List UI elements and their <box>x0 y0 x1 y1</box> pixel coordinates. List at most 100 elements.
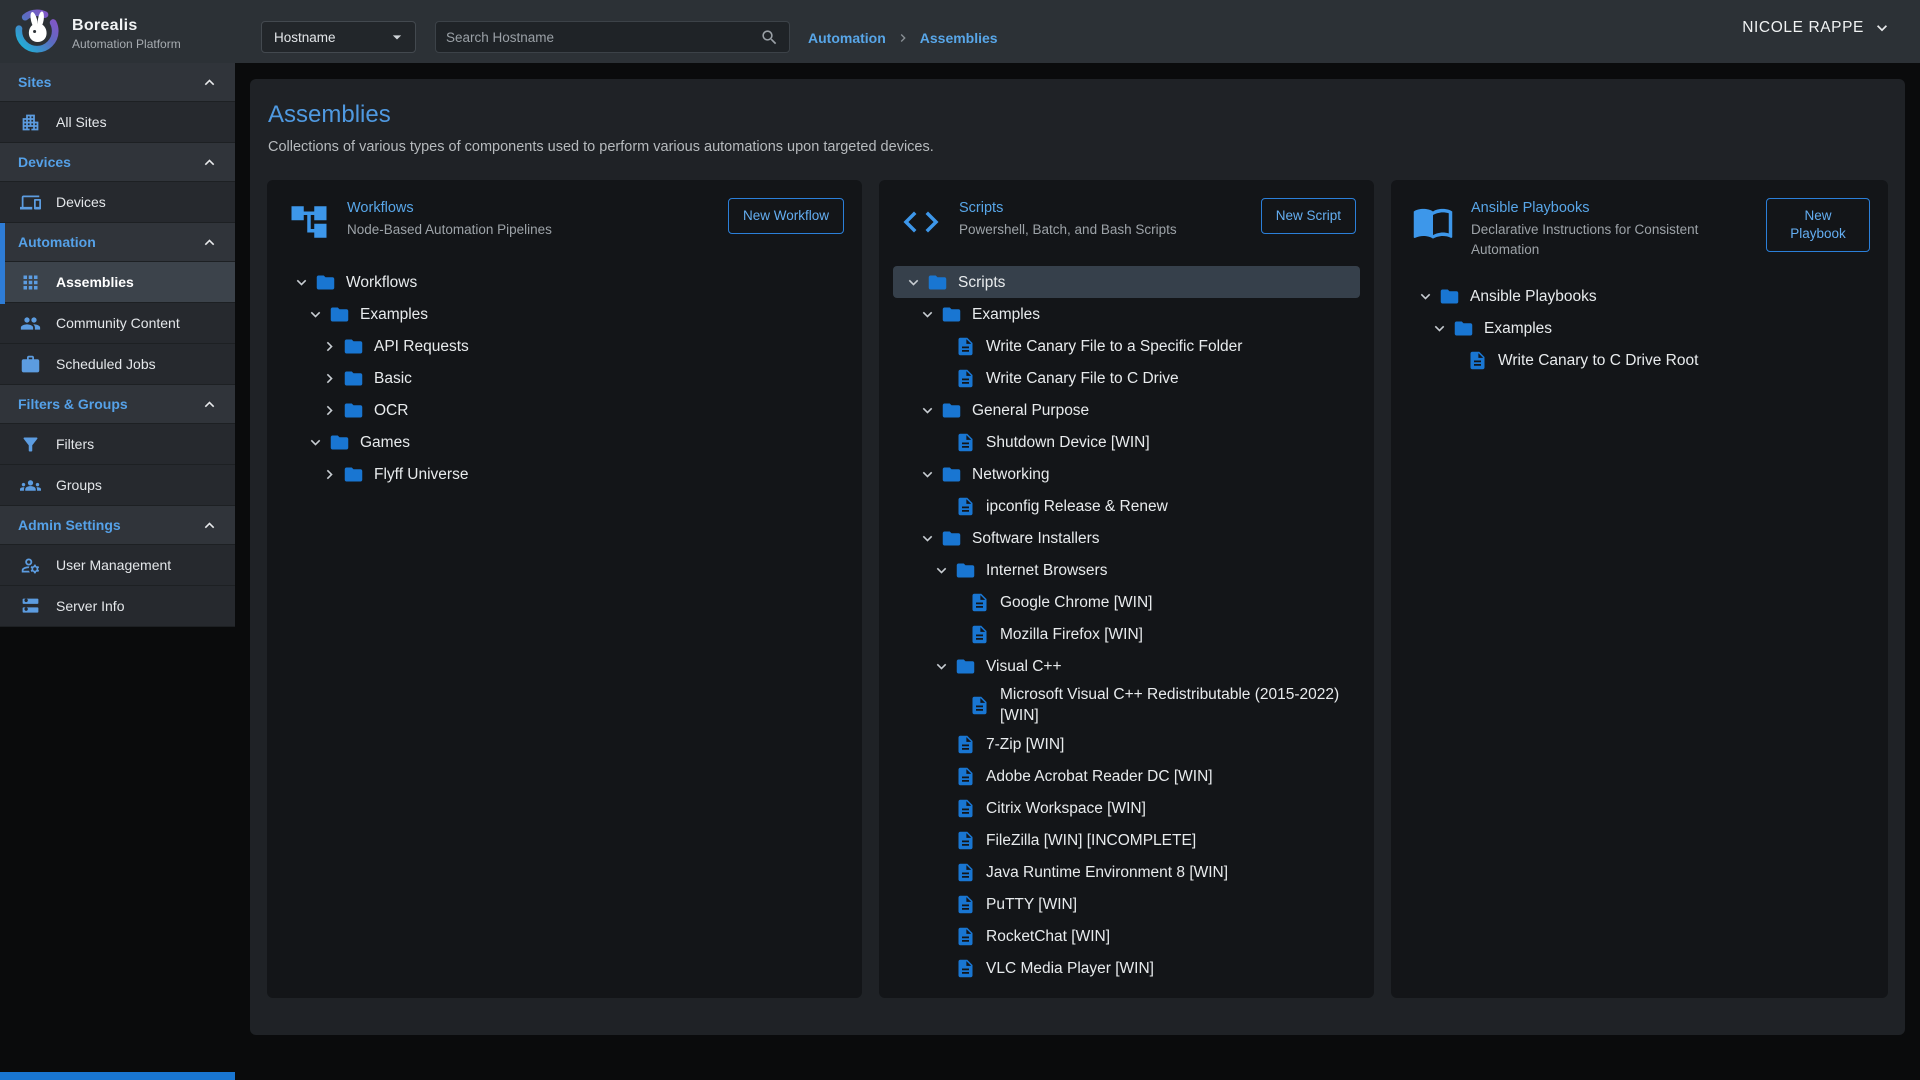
tree-file-row[interactable]: Write Canary to C Drive Root <box>1405 344 1874 376</box>
tree-item-label: Games <box>360 432 410 453</box>
chevron-right-icon[interactable] <box>319 464 339 484</box>
sidebar-item-user-management[interactable]: User Management <box>0 545 235 586</box>
tree-file-row[interactable]: Microsoft Visual C++ Redistributable (20… <box>893 682 1360 728</box>
chevron-spacer <box>931 766 951 786</box>
chevron-down-icon[interactable] <box>903 272 923 292</box>
tree-file-row[interactable]: Java Runtime Environment 8 [WIN] <box>893 856 1360 888</box>
folder-icon <box>954 559 976 581</box>
sidebar-section-header[interactable]: Sites <box>0 63 235 102</box>
tree-file-row[interactable]: RocketChat [WIN] <box>893 920 1360 952</box>
tree-folder-row[interactable]: General Purpose <box>893 394 1360 426</box>
sidebar-section-header[interactable]: Devices <box>0 143 235 182</box>
folder-icon <box>940 527 962 549</box>
tree-folder-row[interactable]: Internet Browsers <box>893 554 1360 586</box>
tree-file-row[interactable]: Mozilla Firefox [WIN] <box>893 618 1360 650</box>
chevron-down-icon[interactable] <box>917 400 937 420</box>
sidebar-section-header[interactable]: Automation <box>0 223 235 262</box>
folder-icon <box>926 271 948 293</box>
sidebar-item-filters[interactable]: Filters <box>0 424 235 465</box>
chevron-up-icon[interactable] <box>200 73 219 92</box>
sidebar-item-label: Filters <box>56 436 94 452</box>
user-name: NICOLE RAPPE <box>1742 19 1864 37</box>
chevron-right-icon[interactable] <box>319 368 339 388</box>
sidebar-section-header[interactable]: Filters & Groups <box>0 385 235 424</box>
tree-folder-row[interactable]: Examples <box>281 298 848 330</box>
chevron-up-icon[interactable] <box>200 395 219 414</box>
tree-folder-row[interactable]: Examples <box>1405 312 1874 344</box>
chevron-down-icon[interactable] <box>291 272 311 292</box>
sidebar-item-groups[interactable]: Groups <box>0 465 235 506</box>
search-box[interactable] <box>435 21 790 53</box>
breadcrumb-link-assemblies[interactable]: Assemblies <box>920 30 998 46</box>
file-icon <box>968 694 990 716</box>
file-icon <box>968 591 990 613</box>
devices-icon <box>19 191 41 213</box>
tree-folder-row[interactable]: Scripts <box>893 266 1360 298</box>
tree-file-row[interactable]: PuTTY [WIN] <box>893 888 1360 920</box>
tree-folder-row[interactable]: Examples <box>893 298 1360 330</box>
chevron-down-icon[interactable] <box>931 560 951 580</box>
sidebar-item-community-content[interactable]: Community Content <box>0 303 235 344</box>
sidebar-section-label: Automation <box>18 234 96 250</box>
tree-file-row[interactable]: Citrix Workspace [WIN] <box>893 792 1360 824</box>
tree-file-row[interactable]: VLC Media Player [WIN] <box>893 952 1360 984</box>
sidebar-item-devices[interactable]: Devices <box>0 182 235 223</box>
tree-folder-row[interactable]: Ansible Playbooks <box>1405 280 1874 312</box>
search-input[interactable] <box>446 30 760 45</box>
user-menu[interactable]: NICOLE RAPPE <box>1742 18 1892 38</box>
tree-folder-row[interactable]: API Requests <box>281 330 848 362</box>
tree-file-row[interactable]: Write Canary File to C Drive <box>893 362 1360 394</box>
tree-item-label: Scripts <box>958 272 1005 293</box>
tree-folder-row[interactable]: Flyff Universe <box>281 458 848 490</box>
new-ansible-playbooks-button[interactable]: New Playbook <box>1766 198 1870 252</box>
breadcrumb-link-automation[interactable]: Automation <box>808 30 886 46</box>
search-icon[interactable] <box>760 28 779 47</box>
chevron-up-icon[interactable] <box>200 516 219 535</box>
tree-folder-row[interactable]: Basic <box>281 362 848 394</box>
chevron-up-icon[interactable] <box>200 233 219 252</box>
new-workflows-button[interactable]: New Workflow <box>728 198 844 234</box>
sidebar-item-all-sites[interactable]: All Sites <box>0 102 235 143</box>
tree-file-row[interactable]: Write Canary File to a Specific Folder <box>893 330 1360 362</box>
tree-folder-row[interactable]: Games <box>281 426 848 458</box>
sidebar-item-server-info[interactable]: Server Info <box>0 586 235 627</box>
chevron-right-icon[interactable] <box>319 336 339 356</box>
chevron-up-icon[interactable] <box>200 153 219 172</box>
hostname-dropdown[interactable]: Hostname <box>261 21 416 53</box>
tree-folder-row[interactable]: Software Installers <box>893 522 1360 554</box>
tree-folder-row[interactable]: OCR <box>281 394 848 426</box>
tree-item-label: API Requests <box>374 336 469 357</box>
new-scripts-button[interactable]: New Script <box>1261 198 1356 234</box>
tree-folder-row[interactable]: Workflows <box>281 266 848 298</box>
tree-file-row[interactable]: 7-Zip [WIN] <box>893 728 1360 760</box>
brand-title: Borealis <box>72 17 181 35</box>
folder-icon <box>328 303 350 325</box>
chevron-down-icon[interactable] <box>917 528 937 548</box>
tree-file-row[interactable]: Shutdown Device [WIN] <box>893 426 1360 458</box>
tree-file-row[interactable]: Google Chrome [WIN] <box>893 586 1360 618</box>
sidebar-item-scheduled-jobs[interactable]: Scheduled Jobs <box>0 344 235 385</box>
tree-file-row[interactable]: ipconfig Release & Renew <box>893 490 1360 522</box>
sidebar-section-label: Devices <box>18 154 71 170</box>
sidebar-item-assemblies[interactable]: Assemblies <box>0 262 235 303</box>
tree-file-row[interactable]: FileZilla [WIN] [INCOMPLETE] <box>893 824 1360 856</box>
sidebar-section-header[interactable]: Admin Settings <box>0 506 235 545</box>
chevron-down-icon[interactable] <box>1415 286 1435 306</box>
breadcrumb-separator-icon <box>895 30 911 46</box>
tree-folder-row[interactable]: Networking <box>893 458 1360 490</box>
chevron-down-icon[interactable] <box>305 304 325 324</box>
app-header: Borealis Automation Platform Hostname Au… <box>0 0 1920 63</box>
breadcrumb: Automation Assemblies <box>808 30 998 46</box>
tree-item-label: Flyff Universe <box>374 464 468 485</box>
tree-file-row[interactable]: Adobe Acrobat Reader DC [WIN] <box>893 760 1360 792</box>
chevron-down-icon[interactable] <box>917 464 937 484</box>
chevron-right-icon[interactable] <box>319 400 339 420</box>
sidebar-item-label: Scheduled Jobs <box>56 356 156 372</box>
chevron-down-icon[interactable] <box>1429 318 1449 338</box>
tree-folder-row[interactable]: Visual C++ <box>893 650 1360 682</box>
chevron-down-icon[interactable] <box>917 304 937 324</box>
page-title: Assemblies <box>268 101 1888 129</box>
chevron-spacer <box>931 894 951 914</box>
chevron-down-icon[interactable] <box>305 432 325 452</box>
chevron-down-icon[interactable] <box>931 656 951 676</box>
